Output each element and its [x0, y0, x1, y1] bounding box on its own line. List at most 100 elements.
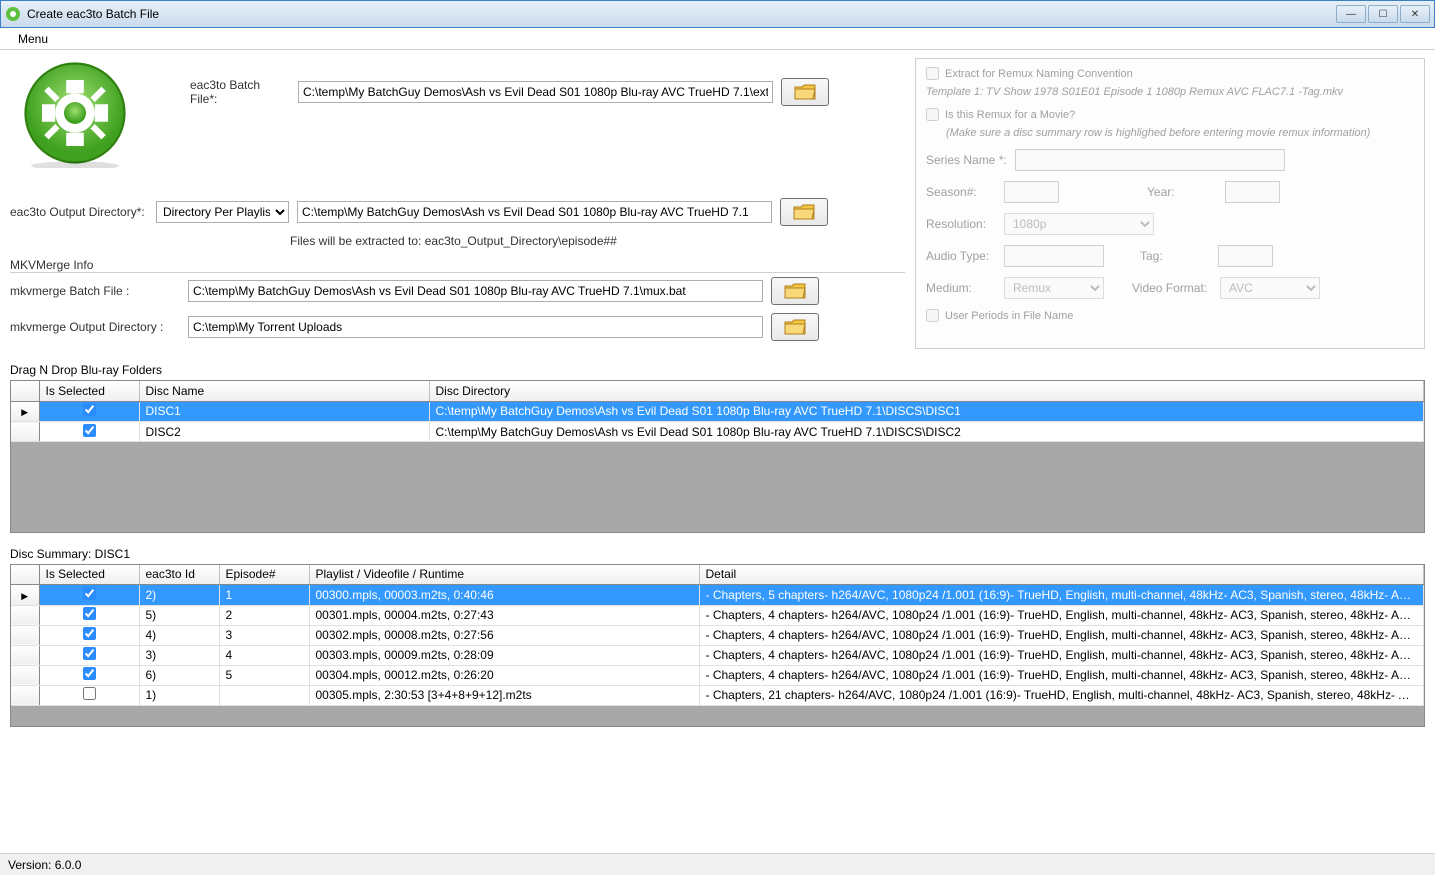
summary-header-det[interactable]: Detail: [699, 565, 1424, 585]
video-format-select[interactable]: AVC: [1220, 277, 1320, 299]
table-row[interactable]: ▶ DISC1 C:\temp\My BatchGuy Demos\Ash vs…: [11, 402, 1424, 422]
resolution-select[interactable]: 1080p: [1004, 213, 1154, 235]
table-row[interactable]: 6) 5 00304.mpls, 00012.m2ts, 0:26:20 - C…: [11, 665, 1424, 685]
row-header[interactable]: [11, 685, 39, 705]
output-dir-browse-button[interactable]: [780, 198, 828, 226]
eac3to-id-cell[interactable]: 4): [139, 625, 219, 645]
playlist-cell[interactable]: 00301.mpls, 00004.m2ts, 0:27:43: [309, 605, 699, 625]
disc-dir-cell[interactable]: C:\temp\My BatchGuy Demos\Ash vs Evil De…: [429, 422, 1424, 442]
summary-header-play[interactable]: Playlist / Videofile / Runtime: [309, 565, 699, 585]
episode-cell[interactable]: 5: [219, 665, 309, 685]
detail-cell[interactable]: - Chapters, 4 chapters- h264/AVC, 1080p2…: [699, 665, 1424, 685]
detail-cell[interactable]: - Chapters, 4 chapters- h264/AVC, 1080p2…: [699, 625, 1424, 645]
mkvmerge-out-browse-button[interactable]: [771, 313, 819, 341]
row-checkbox[interactable]: [83, 627, 96, 640]
output-dir-info: Files will be extracted to: eac3to_Outpu…: [290, 234, 905, 248]
eac3to-id-cell[interactable]: 2): [139, 585, 219, 605]
row-checkbox[interactable]: [83, 667, 96, 680]
row-header[interactable]: [11, 625, 39, 645]
mkvmerge-batch-input[interactable]: [188, 280, 763, 302]
tag-input[interactable]: [1218, 245, 1273, 267]
row-selected-cell[interactable]: [39, 625, 139, 645]
playlist-cell[interactable]: 00303.mpls, 00009.m2ts, 0:28:09: [309, 645, 699, 665]
mkvmerge-out-label: mkvmerge Output Directory :: [10, 320, 180, 334]
episode-cell[interactable]: [219, 685, 309, 705]
disc-grid-header-selected[interactable]: Is Selected: [39, 381, 139, 401]
row-checkbox[interactable]: [83, 424, 96, 437]
eac3to-id-cell[interactable]: 1): [139, 685, 219, 705]
gear-icon: [20, 58, 130, 168]
episode-cell[interactable]: 4: [219, 645, 309, 665]
audio-type-label: Audio Type:: [926, 249, 996, 263]
disc-grid-header-name[interactable]: Disc Name: [139, 381, 429, 401]
menu-item-menu[interactable]: Menu: [10, 30, 56, 48]
row-header[interactable]: ▶: [11, 585, 39, 605]
playlist-cell[interactable]: 00305.mpls, 2:30:53 [3+4+8+9+12].m2ts: [309, 685, 699, 705]
playlist-cell[interactable]: 00300.mpls, 00003.m2ts, 0:40:46: [309, 585, 699, 605]
row-header[interactable]: [11, 422, 39, 442]
row-header[interactable]: ▶: [11, 402, 39, 422]
row-selected-cell[interactable]: [39, 422, 139, 442]
row-checkbox[interactable]: [83, 403, 96, 416]
movie-remux-checkbox[interactable]: [926, 108, 939, 121]
series-name-input[interactable]: [1015, 149, 1285, 171]
series-name-label: Series Name *:: [926, 153, 1007, 167]
audio-type-input[interactable]: [1004, 245, 1104, 267]
row-checkbox[interactable]: [83, 607, 96, 620]
table-row[interactable]: DISC2 C:\temp\My BatchGuy Demos\Ash vs E…: [11, 422, 1424, 442]
row-selected-cell[interactable]: [39, 645, 139, 665]
detail-cell[interactable]: - Chapters, 5 chapters- h264/AVC, 1080p2…: [699, 585, 1424, 605]
mkvmerge-batch-browse-button[interactable]: [771, 277, 819, 305]
titlebar[interactable]: Create eac3to Batch File — ☐ ✕: [0, 0, 1435, 28]
disc-dir-cell[interactable]: C:\temp\My BatchGuy Demos\Ash vs Evil De…: [429, 402, 1424, 422]
row-checkbox[interactable]: [83, 687, 96, 700]
close-button[interactable]: ✕: [1400, 5, 1430, 23]
batch-file-label: eac3to Batch File*:: [190, 78, 290, 106]
summary-header-selected[interactable]: Is Selected: [39, 565, 139, 585]
row-selected-cell[interactable]: [39, 665, 139, 685]
eac3to-id-cell[interactable]: 3): [139, 645, 219, 665]
medium-select[interactable]: Remux: [1004, 277, 1104, 299]
detail-cell[interactable]: - Chapters, 4 chapters- h264/AVC, 1080p2…: [699, 645, 1424, 665]
detail-cell[interactable]: - Chapters, 21 chapters- h264/AVC, 1080p…: [699, 685, 1424, 705]
summary-header-id[interactable]: eac3to Id: [139, 565, 219, 585]
output-dir-mode-select[interactable]: Directory Per Playlist: [156, 201, 289, 223]
disc-grid-header-dir[interactable]: Disc Directory: [429, 381, 1424, 401]
episode-cell[interactable]: 1: [219, 585, 309, 605]
table-row[interactable]: 3) 4 00303.mpls, 00009.m2ts, 0:28:09 - C…: [11, 645, 1424, 665]
disc-name-cell[interactable]: DISC2: [139, 422, 429, 442]
row-selected-cell[interactable]: [39, 605, 139, 625]
batch-file-input[interactable]: [298, 81, 773, 103]
row-selected-cell[interactable]: [39, 685, 139, 705]
playlist-cell[interactable]: 00302.mpls, 00008.m2ts, 0:27:56: [309, 625, 699, 645]
year-input[interactable]: [1225, 181, 1280, 203]
table-row[interactable]: 1) 00305.mpls, 2:30:53 [3+4+8+9+12].m2ts…: [11, 685, 1424, 705]
batch-file-browse-button[interactable]: [781, 78, 829, 106]
extract-remux-checkbox[interactable]: [926, 67, 939, 80]
row-selected-cell[interactable]: [39, 585, 139, 605]
eac3to-id-cell[interactable]: 6): [139, 665, 219, 685]
table-row[interactable]: 5) 2 00301.mpls, 00004.m2ts, 0:27:43 - C…: [11, 605, 1424, 625]
detail-cell[interactable]: - Chapters, 4 chapters- h264/AVC, 1080p2…: [699, 605, 1424, 625]
disc-name-cell[interactable]: DISC1: [139, 402, 429, 422]
season-input[interactable]: [1004, 181, 1059, 203]
statusbar: Version: 6.0.0: [0, 853, 1435, 875]
output-dir-input[interactable]: [297, 201, 772, 223]
episode-cell[interactable]: 3: [219, 625, 309, 645]
row-header[interactable]: [11, 605, 39, 625]
row-checkbox[interactable]: [83, 647, 96, 660]
row-selected-cell[interactable]: [39, 402, 139, 422]
table-row[interactable]: ▶ 2) 1 00300.mpls, 00003.m2ts, 0:40:46 -…: [11, 585, 1424, 605]
summary-header-ep[interactable]: Episode#: [219, 565, 309, 585]
playlist-cell[interactable]: 00304.mpls, 00012.m2ts, 0:26:20: [309, 665, 699, 685]
table-row[interactable]: 4) 3 00302.mpls, 00008.m2ts, 0:27:56 - C…: [11, 625, 1424, 645]
episode-cell[interactable]: 2: [219, 605, 309, 625]
minimize-button[interactable]: —: [1336, 5, 1366, 23]
periods-checkbox[interactable]: [926, 309, 939, 322]
mkvmerge-out-input[interactable]: [188, 316, 763, 338]
row-header[interactable]: [11, 665, 39, 685]
maximize-button[interactable]: ☐: [1368, 5, 1398, 23]
eac3to-id-cell[interactable]: 5): [139, 605, 219, 625]
row-header[interactable]: [11, 645, 39, 665]
row-checkbox[interactable]: [83, 587, 96, 600]
